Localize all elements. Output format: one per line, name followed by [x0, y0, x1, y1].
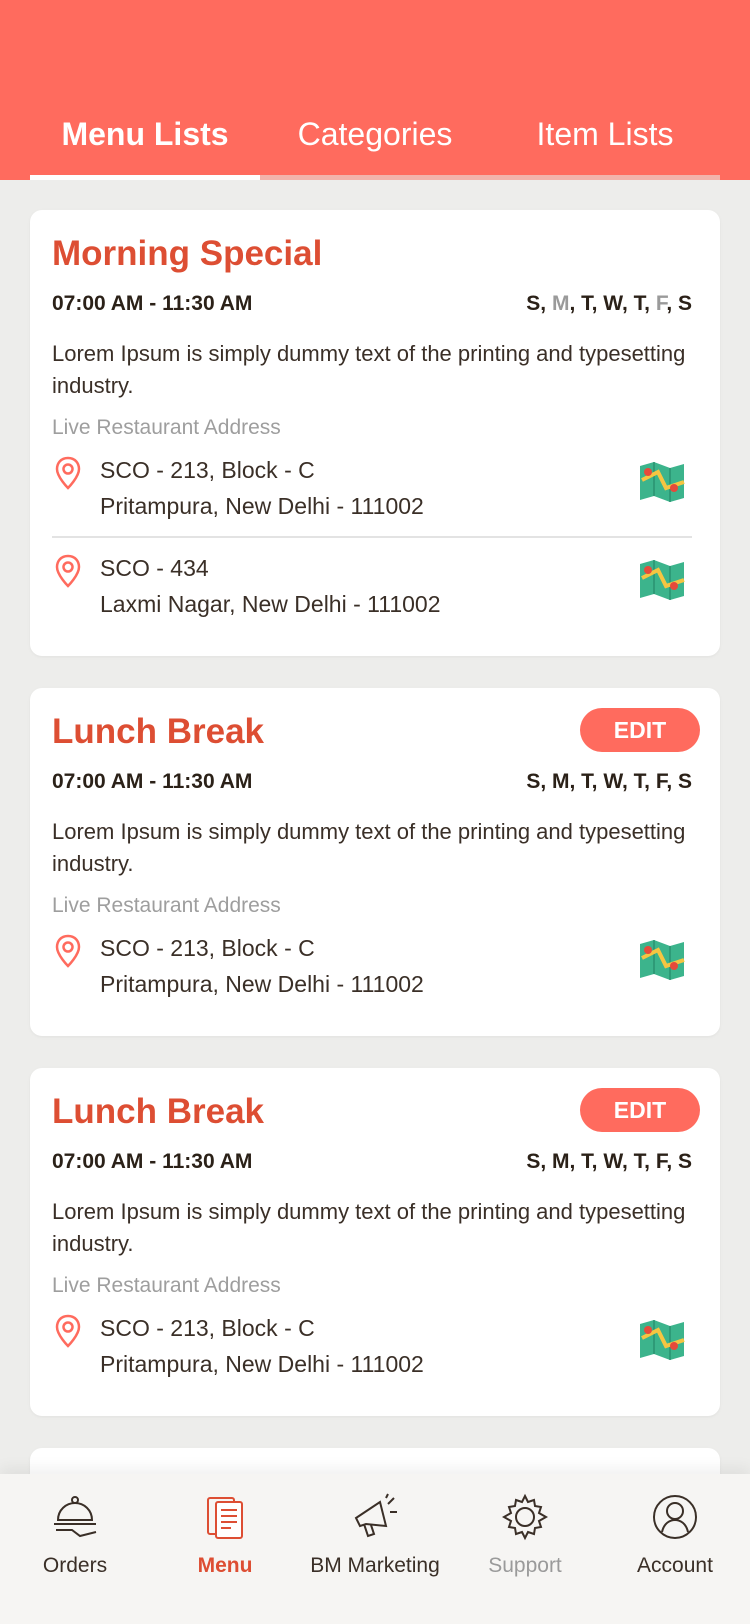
- day-wed: W: [603, 292, 622, 315]
- day-sat: S: [677, 292, 692, 315]
- menu-card[interactable]: Morning Special 07:00 AM - 11:30 AM S, M…: [30, 210, 720, 656]
- address-row: SCO - 213, Block - C Pritampura, New Del…: [52, 440, 692, 536]
- nav-label: Support: [488, 1554, 562, 1577]
- menu-time: 07:00 AM - 11:30 AM: [52, 1150, 253, 1173]
- nav-label: Account: [637, 1554, 713, 1577]
- tab-bar: Menu Lists Categories Item Lists: [30, 108, 720, 180]
- menu-description: Lorem Ipsum is simply dummy text of the …: [52, 341, 686, 398]
- address-line-1: SCO - 434: [100, 555, 209, 581]
- address-line-2: Laxmi Nagar, New Delhi - 111002: [100, 591, 441, 617]
- menu-icon: [207, 1497, 243, 1539]
- address-line-2: Pritampura, New Delhi - 111002: [100, 1351, 424, 1377]
- location-pin-icon: [55, 934, 81, 968]
- nav-label: Menu: [197, 1554, 253, 1577]
- menu-description: Lorem Ipsum is simply dummy text of the …: [52, 819, 686, 876]
- tab-menu-lists[interactable]: Menu Lists: [30, 108, 260, 180]
- map-icon[interactable]: [638, 556, 686, 604]
- address-line-1: SCO - 213, Block - C: [100, 935, 315, 961]
- location-pin-icon: [55, 554, 81, 588]
- menu-days: S, M, T, W, T, F, S: [526, 1150, 692, 1173]
- menu-card[interactable]: Lunch Break EDIT 07:00 AM - 11:30 AM S, …: [30, 1068, 720, 1416]
- map-icon[interactable]: [638, 936, 686, 984]
- menu-time: 07:00 AM - 11:30 AM: [52, 292, 253, 315]
- address-row: SCO - 213, Block - C Pritampura, New Del…: [52, 918, 692, 1014]
- map-icon[interactable]: [638, 458, 686, 506]
- nav-menu[interactable]: Menu: [150, 1474, 300, 1624]
- nav-bm-marketing[interactable]: BM Marketing: [300, 1474, 450, 1624]
- nav-label: BM Marketing: [310, 1554, 440, 1577]
- menu-description: Lorem Ipsum is simply dummy text of the …: [52, 1199, 686, 1256]
- edit-button[interactable]: EDIT: [580, 708, 700, 752]
- menu-card[interactable]: Lunch Break EDIT 07:00 AM - 11:30 AM S, …: [30, 688, 720, 1036]
- megaphone-icon: [354, 1493, 397, 1538]
- address-row: SCO - 213, Block - C Pritampura, New Del…: [52, 1298, 692, 1394]
- day-sun: S: [526, 292, 541, 315]
- address-line-1: SCO - 213, Block - C: [100, 1315, 315, 1341]
- address-row: SCO - 434 Laxmi Nagar, New Delhi - 11100…: [52, 536, 692, 634]
- address-label: Live Restaurant Address: [52, 1274, 281, 1297]
- menu-days: S, M, T, W, T, F, S: [526, 292, 692, 315]
- address-label: Live Restaurant Address: [52, 894, 281, 917]
- day-tue: T: [581, 292, 592, 315]
- tab-item-lists[interactable]: Item Lists: [490, 108, 720, 180]
- edit-button[interactable]: EDIT: [580, 1088, 700, 1132]
- nav-support[interactable]: Support: [450, 1474, 600, 1624]
- location-pin-icon: [55, 1314, 81, 1348]
- location-pin-icon: [55, 456, 81, 490]
- address-label: Live Restaurant Address: [52, 416, 281, 439]
- address-line-2: Pritampura, New Delhi - 111002: [100, 493, 424, 519]
- nav-orders[interactable]: Orders: [0, 1474, 150, 1624]
- gear-icon: [501, 1493, 549, 1541]
- user-icon: [653, 1495, 697, 1539]
- day-fri: F: [655, 292, 667, 315]
- menu-time: 07:00 AM - 11:30 AM: [52, 770, 253, 793]
- cloche-icon: [54, 1496, 97, 1538]
- address-line-1: SCO - 213, Block - C: [100, 457, 315, 483]
- menu-days: S, M, T, W, T, F, S: [526, 770, 692, 793]
- day-thu: T: [633, 292, 645, 315]
- menu-title: Morning Special: [52, 234, 323, 273]
- nav-label: Orders: [42, 1554, 108, 1577]
- tab-categories[interactable]: Categories: [260, 108, 490, 180]
- day-mon: M: [551, 292, 570, 315]
- map-icon[interactable]: [638, 1316, 686, 1364]
- menu-list: Morning Special 07:00 AM - 11:30 AM S, M…: [30, 210, 720, 1600]
- nav-account[interactable]: Account: [600, 1474, 750, 1624]
- bottom-nav: Orders Menu BM Marketing Support Account: [0, 1474, 750, 1624]
- address-line-2: Pritampura, New Delhi - 111002: [100, 971, 424, 997]
- tab-active-indicator: [30, 175, 260, 180]
